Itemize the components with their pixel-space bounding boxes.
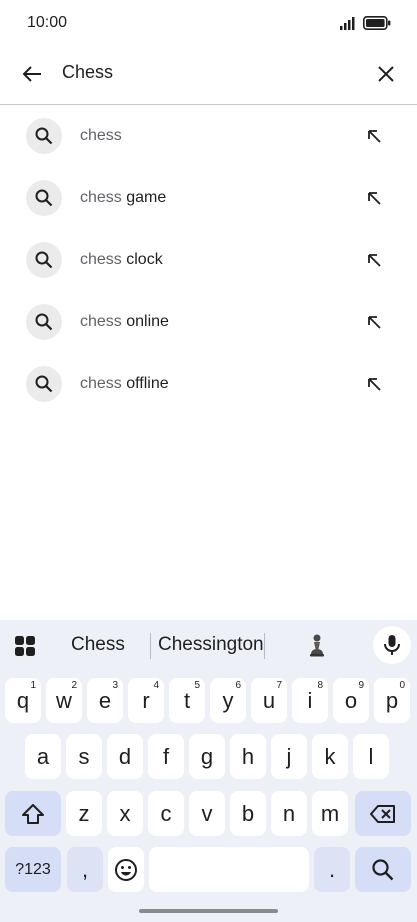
key-label: o bbox=[344, 687, 358, 713]
clear-button[interactable] bbox=[370, 58, 402, 90]
key-m[interactable]: m bbox=[312, 791, 348, 836]
key-label: w bbox=[56, 687, 72, 713]
key-k[interactable]: k bbox=[312, 734, 348, 779]
key-p[interactable]: p0 bbox=[374, 678, 410, 723]
suggestion-item[interactable]: chess game bbox=[0, 167, 417, 229]
comma-key[interactable]: , bbox=[67, 847, 103, 892]
keyboard: Chess Chessington q1 w2 e3 r4 t5 y6 u7 i… bbox=[0, 620, 417, 922]
search-icon bbox=[26, 180, 62, 216]
shift-icon bbox=[22, 803, 44, 824]
key-label: i bbox=[307, 687, 313, 713]
key-hint: 7 bbox=[276, 680, 282, 691]
search-icon bbox=[26, 118, 62, 154]
suggestion-label: chess game bbox=[80, 189, 167, 206]
fill-query-arrow-icon[interactable] bbox=[362, 124, 386, 148]
key-h[interactable]: h bbox=[230, 734, 266, 779]
key-e[interactable]: e3 bbox=[87, 678, 123, 723]
key-i[interactable]: i8 bbox=[292, 678, 328, 723]
key-l[interactable]: l bbox=[353, 734, 389, 779]
fill-query-arrow-icon[interactable] bbox=[362, 372, 386, 396]
key-hint: 5 bbox=[194, 680, 200, 691]
key-label: y bbox=[222, 687, 234, 713]
key-hint: 1 bbox=[30, 680, 36, 691]
key-q[interactable]: q1 bbox=[5, 678, 41, 723]
key-hint: 0 bbox=[399, 680, 405, 691]
key-hint: 9 bbox=[358, 680, 364, 691]
backspace-key[interactable] bbox=[355, 791, 411, 836]
key-o[interactable]: o9 bbox=[333, 678, 369, 723]
strip-divider bbox=[264, 633, 265, 659]
backspace-icon bbox=[370, 804, 395, 823]
key-label: r bbox=[142, 687, 150, 713]
key-hint: 2 bbox=[71, 680, 77, 691]
key-j[interactable]: j bbox=[271, 734, 307, 779]
key-w[interactable]: w2 bbox=[46, 678, 82, 723]
key-hint: 8 bbox=[317, 680, 323, 691]
key-label: u bbox=[262, 687, 276, 713]
key-b[interactable]: b bbox=[230, 791, 266, 836]
mic-button[interactable] bbox=[373, 626, 411, 664]
key-d[interactable]: d bbox=[107, 734, 143, 779]
key-f[interactable]: f bbox=[148, 734, 184, 779]
key-hint: 4 bbox=[153, 680, 159, 691]
key-label: e bbox=[98, 687, 112, 713]
key-y[interactable]: y6 bbox=[210, 678, 246, 723]
suggestion-item[interactable]: chess clock bbox=[0, 229, 417, 291]
key-t[interactable]: t5 bbox=[169, 678, 205, 723]
search-bar: Chess bbox=[0, 48, 417, 105]
fill-query-arrow-icon[interactable] bbox=[362, 310, 386, 334]
symbols-key[interactable]: ?123 bbox=[5, 847, 61, 892]
gesture-nav-handle[interactable] bbox=[139, 909, 278, 913]
arrow-back-icon bbox=[22, 66, 41, 82]
fill-query-arrow-icon[interactable] bbox=[362, 248, 386, 272]
search-icon bbox=[372, 858, 394, 880]
mic-icon bbox=[384, 635, 400, 655]
shift-key[interactable] bbox=[5, 791, 61, 836]
emoji-icon bbox=[115, 858, 137, 881]
key-x[interactable]: x bbox=[107, 791, 143, 836]
suggestion-label: chess online bbox=[80, 313, 169, 330]
suggestion-item[interactable]: chess bbox=[0, 105, 417, 167]
key-z[interactable]: z bbox=[66, 791, 102, 836]
keyboard-suggestion[interactable]: Chessington bbox=[158, 634, 264, 656]
key-r[interactable]: r4 bbox=[128, 678, 164, 723]
search-icon bbox=[26, 366, 62, 402]
space-key[interactable] bbox=[149, 847, 309, 892]
search-key[interactable] bbox=[355, 847, 411, 892]
search-input[interactable]: Chess bbox=[62, 62, 113, 83]
keyboard-suggestion[interactable]: Chess bbox=[71, 634, 125, 656]
emoji-key[interactable] bbox=[108, 847, 144, 892]
key-hint: 6 bbox=[235, 680, 241, 691]
key-s[interactable]: s bbox=[66, 734, 102, 779]
fill-query-arrow-icon[interactable] bbox=[362, 186, 386, 210]
status-bar: 10:00 bbox=[0, 0, 417, 48]
back-button[interactable] bbox=[16, 58, 48, 90]
strip-divider bbox=[150, 633, 151, 659]
signal-icon bbox=[340, 17, 355, 30]
key-label: p bbox=[385, 687, 399, 713]
key-g[interactable]: g bbox=[189, 734, 225, 779]
apps-grid-icon[interactable] bbox=[13, 634, 37, 658]
key-c[interactable]: c bbox=[148, 791, 184, 836]
search-icon bbox=[26, 242, 62, 278]
search-icon bbox=[26, 304, 62, 340]
key-label: q bbox=[16, 687, 30, 713]
key-label: t bbox=[183, 687, 191, 713]
suggestion-item[interactable]: chess offline bbox=[0, 353, 417, 415]
status-time: 10:00 bbox=[27, 14, 68, 31]
close-icon bbox=[378, 66, 394, 82]
suggestion-item[interactable]: chess online bbox=[0, 291, 417, 353]
suggestion-label: chess offline bbox=[80, 375, 169, 392]
key-v[interactable]: v bbox=[189, 791, 225, 836]
period-key[interactable]: . bbox=[314, 847, 350, 892]
suggestion-label: chess clock bbox=[80, 251, 163, 268]
chess-pawn-emoji-icon[interactable] bbox=[304, 632, 330, 658]
key-hint: 3 bbox=[112, 680, 118, 691]
suggestion-label: chess bbox=[80, 127, 122, 144]
key-n[interactable]: n bbox=[271, 791, 307, 836]
key-u[interactable]: u7 bbox=[251, 678, 287, 723]
battery-icon bbox=[363, 16, 391, 30]
key-a[interactable]: a bbox=[25, 734, 61, 779]
keyboard-suggestion-strip: Chess Chessington bbox=[0, 620, 417, 670]
